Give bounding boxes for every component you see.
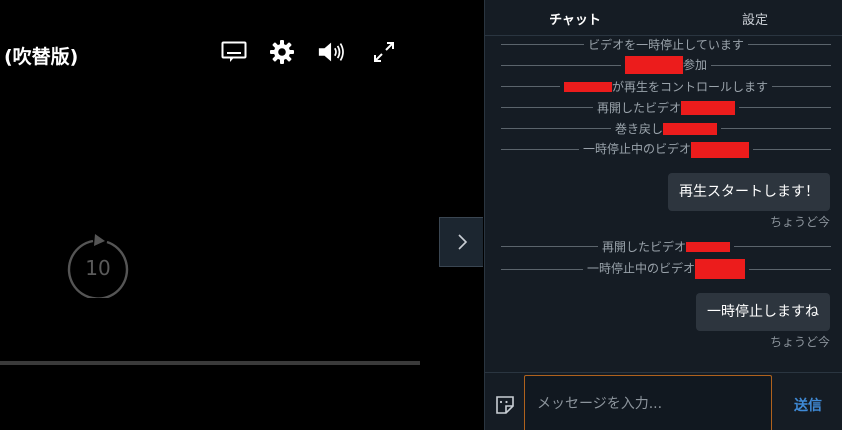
redacted-text: [695, 259, 746, 279]
fullscreen-icon[interactable]: [369, 37, 399, 67]
system-message: 一時停止中のビデオ: [501, 259, 832, 279]
tab-chat[interactable]: チャット: [485, 0, 665, 36]
system-message: 参加: [501, 56, 832, 75]
redacted-text: [686, 242, 731, 252]
message-timestamp: ちょうど今: [769, 215, 830, 229]
watch-party-app: (吹替版) 10 チャット 設定 ビデオを一時停止しています 参加 が再生をコン…: [0, 0, 842, 430]
chat-panel: チャット 設定 ビデオを一時停止しています 参加 が再生をコントロールします 再…: [484, 0, 842, 430]
panel-tabs: チャット 設定: [485, 0, 842, 36]
chat-message-bubble: 再生スタートします！: [668, 173, 830, 211]
system-message-text: ビデオを一時停止しています: [588, 37, 744, 52]
tab-settings[interactable]: 設定: [665, 0, 842, 36]
message-composer: 送信: [485, 372, 842, 430]
system-message: 再開したビデオ: [501, 99, 832, 115]
subtitles-icon[interactable]: [219, 37, 249, 67]
chat-message-bubble: 一時停止しますね: [696, 293, 830, 331]
system-message-text: が再生をコントロールします: [612, 79, 769, 94]
redacted-username: [564, 82, 612, 92]
progress-bar[interactable]: [0, 361, 420, 365]
volume-icon[interactable]: [317, 37, 347, 67]
redacted-text: [691, 141, 750, 158]
system-message-text: 一時停止中のビデオ: [583, 142, 692, 157]
rewind-10-button[interactable]: 10: [66, 234, 130, 298]
collapse-panel-button[interactable]: [439, 217, 483, 267]
sticker-icon[interactable]: [494, 394, 516, 416]
redacted-text: [663, 123, 718, 135]
gear-icon[interactable]: [267, 37, 297, 67]
chevron-right-icon: [457, 234, 467, 250]
system-message-text: 巻き戻し: [615, 121, 664, 136]
video-title: (吹替版): [4, 46, 79, 68]
system-message: ビデオを一時停止しています: [501, 36, 831, 52]
system-message-text: 一時停止中のビデオ: [587, 261, 696, 276]
system-message: 巻き戻し: [501, 120, 832, 136]
video-player[interactable]: (吹替版) 10: [0, 0, 484, 430]
message-input[interactable]: [524, 375, 772, 430]
redacted-text: [681, 101, 736, 115]
send-button[interactable]: 送信: [781, 393, 835, 417]
system-message-text: 再開したビデオ: [597, 100, 682, 115]
system-message: 一時停止中のビデオ: [501, 141, 832, 158]
system-message: が再生をコントロールします: [501, 78, 832, 94]
system-message: 再開したビデオ: [501, 238, 832, 254]
message-timestamp: ちょうど今: [769, 335, 830, 349]
system-message-text: 参加: [683, 57, 708, 72]
system-message-text: 再開したビデオ: [602, 239, 687, 254]
redacted-username: [625, 56, 683, 75]
rewind-label: 10: [85, 256, 111, 280]
